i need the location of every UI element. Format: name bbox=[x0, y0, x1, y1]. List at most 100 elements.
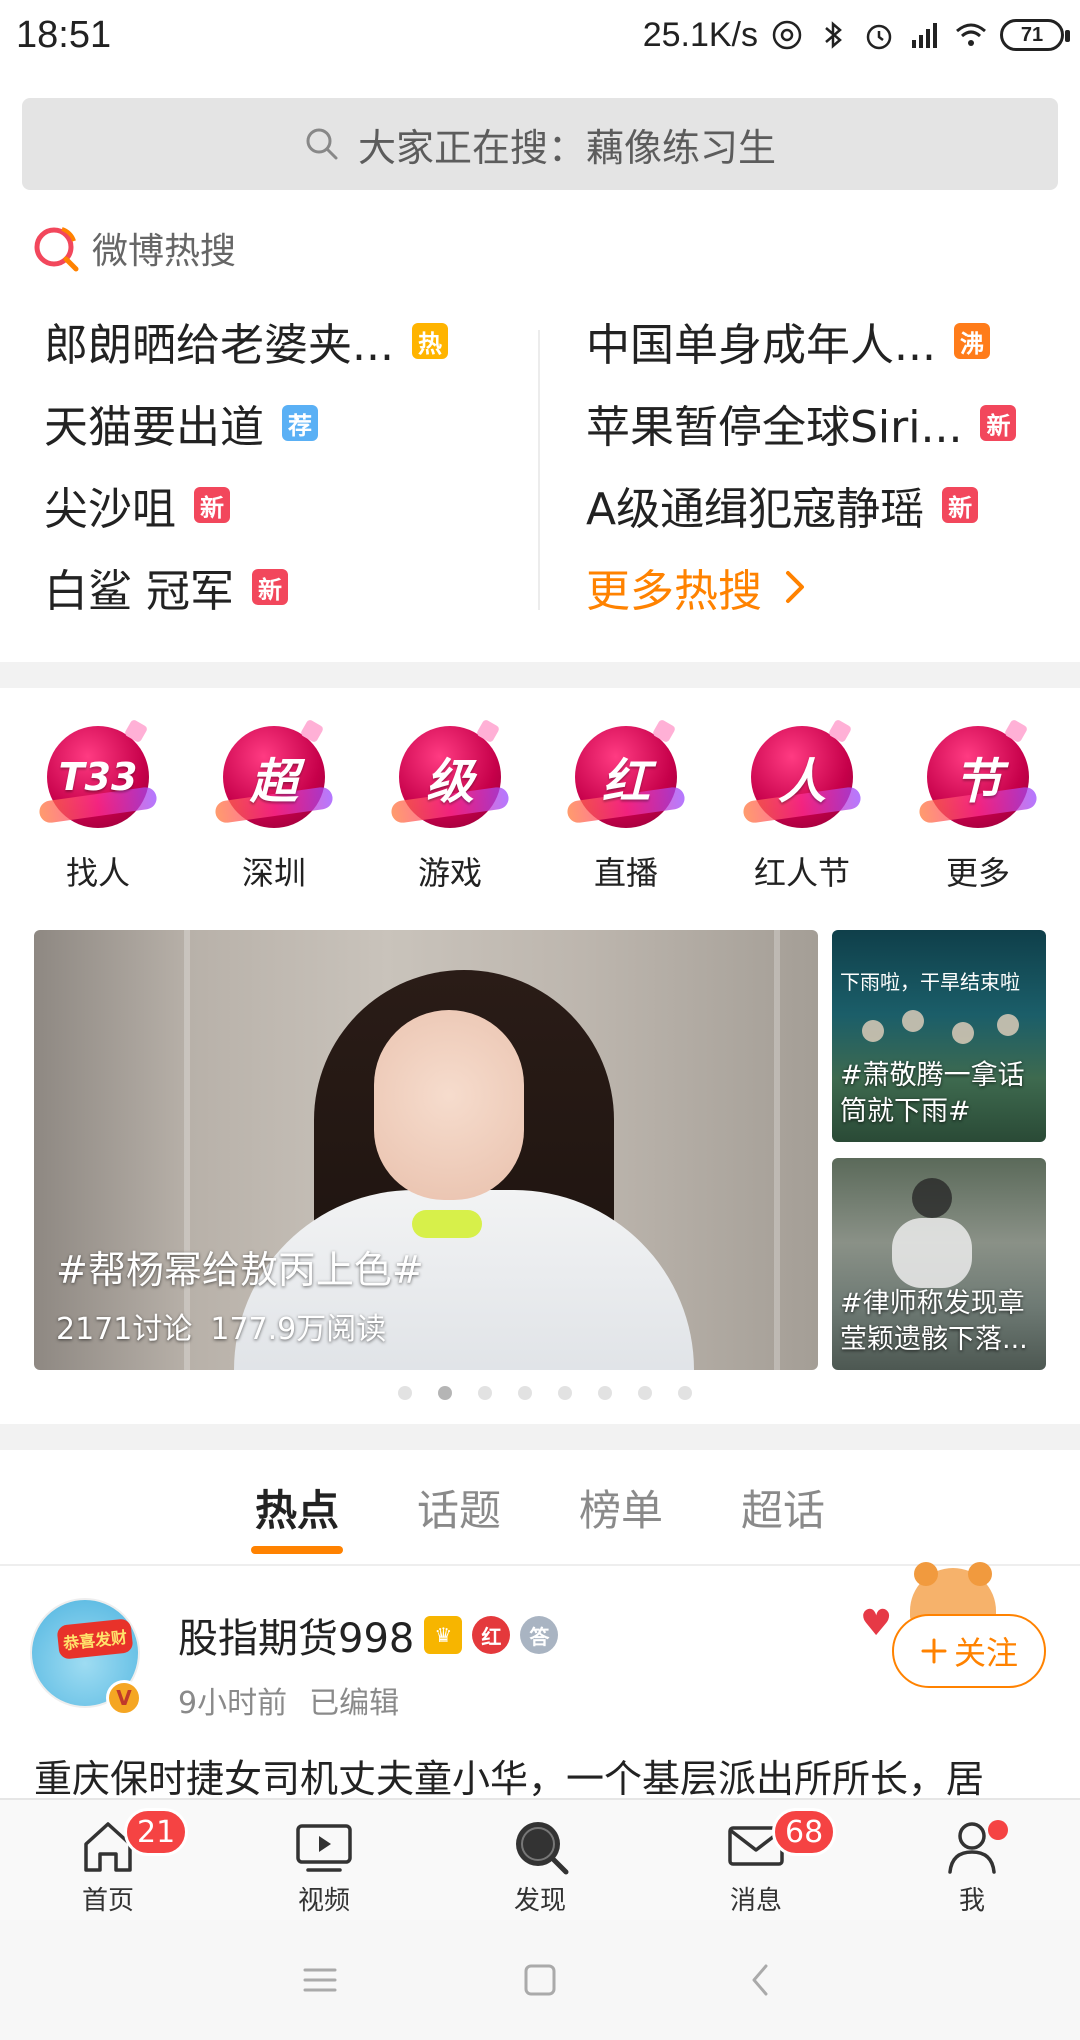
photo-crowd bbox=[902, 1010, 924, 1032]
wifi-icon bbox=[956, 23, 986, 46]
notification-dot bbox=[988, 1820, 1008, 1840]
menu-button[interactable] bbox=[300, 1960, 340, 2000]
category-glyph: 红 bbox=[601, 754, 650, 810]
boil-badge: 沸 bbox=[953, 323, 990, 359]
nav-discover[interactable]: 发现 bbox=[432, 1800, 648, 1920]
home-button[interactable] bbox=[520, 1960, 560, 2000]
notification-badge: 21 bbox=[124, 1808, 189, 1856]
new-badge: 新 bbox=[252, 569, 288, 605]
hot-search-list: 郎朗晒给老婆夹... 热 天猫要出道 荐 尖沙咀 新 白鲨 冠军 新 中国单身成… bbox=[0, 300, 1080, 620]
hot-search-item[interactable]: 天猫要出道 荐 bbox=[44, 382, 564, 464]
chevron-right-icon bbox=[786, 571, 804, 603]
square-icon bbox=[524, 1964, 556, 1996]
feed-post[interactable]: 恭喜发财 V 股指期货998 ♛ 红 答 9小时前 已编辑 ♥ 关注 重庆保时捷… bbox=[0, 1562, 1080, 1801]
category-find-people[interactable]: T33 找人 bbox=[28, 726, 168, 894]
post-text: 重庆保时捷女司机丈夫童小华，一个基层派出所所长，居 bbox=[34, 1757, 985, 1801]
side-card-caption: #萧敬腾一拿话筒就下雨# bbox=[840, 1060, 1025, 1127]
recommend-badge: 荐 bbox=[282, 405, 318, 441]
carousel-dot[interactable] bbox=[478, 1386, 492, 1400]
category-label: 找人 bbox=[65, 854, 130, 892]
carousel-side-card-bottom[interactable]: #律师称发现章莹颖遗骸下落... bbox=[832, 1158, 1046, 1370]
plus-icon bbox=[921, 1638, 947, 1664]
photo-person bbox=[912, 1178, 952, 1218]
nav-me[interactable]: 我 bbox=[864, 1800, 1080, 1920]
category-icon: 红 bbox=[575, 726, 677, 828]
tab-topics[interactable]: 话题 bbox=[413, 1450, 505, 1564]
heart-icon: ♥ bbox=[860, 1603, 893, 1644]
photo-face bbox=[374, 1010, 524, 1200]
photo-crowd bbox=[997, 1014, 1019, 1036]
category-influencer-festival[interactable]: 人 红人节 bbox=[732, 726, 872, 894]
post-author[interactable]: 股指期货998 ♛ 红 答 bbox=[178, 1606, 559, 1664]
carousel-dot[interactable] bbox=[678, 1386, 692, 1400]
section-divider bbox=[0, 662, 1080, 688]
follow-button[interactable]: 关注 bbox=[892, 1614, 1046, 1688]
hot-search-item[interactable]: 中国单身成年人... 沸 bbox=[586, 300, 1080, 382]
tab-rankings[interactable]: 榜单 bbox=[575, 1450, 667, 1564]
tab-super-topics[interactable]: 超话 bbox=[737, 1450, 829, 1564]
bear-ear bbox=[968, 1562, 992, 1586]
hot-search-item[interactable]: 郎朗晒给老婆夹... 热 bbox=[44, 300, 564, 382]
new-badge: 新 bbox=[942, 487, 979, 523]
new-badge: 新 bbox=[980, 405, 1017, 441]
category-more[interactable]: 节 更多 bbox=[908, 726, 1048, 894]
category-icon: T33 bbox=[47, 726, 149, 828]
status-bar: 18:51 25.1K/s 71 bbox=[0, 0, 1080, 70]
nav-label: 我 bbox=[958, 1886, 985, 1916]
category-label: 游戏 bbox=[417, 854, 482, 892]
feed-tabs: 热点 话题 榜单 超话 bbox=[0, 1450, 1080, 1566]
hot-search-item[interactable]: 苹果暂停全球Siri... 新 bbox=[586, 382, 1080, 464]
crown-icon: ♛ bbox=[424, 1616, 463, 1654]
new-badge: 新 bbox=[194, 487, 230, 523]
carousel-dot-active[interactable] bbox=[438, 1386, 452, 1400]
hot-search-text: 天猫要出道 bbox=[44, 402, 264, 453]
photo-crowd bbox=[862, 1020, 884, 1042]
discussion-count: 2171讨论 bbox=[56, 1312, 193, 1347]
post-meta: 9小时前 已编辑 bbox=[178, 1678, 399, 1722]
carousel-dot[interactable] bbox=[598, 1386, 612, 1400]
category-glyph: 超 bbox=[249, 754, 298, 810]
bluetooth-icon bbox=[825, 21, 842, 49]
more-hot-search-link[interactable]: 更多热搜 bbox=[586, 546, 1080, 628]
tab-hot[interactable]: 热点 bbox=[250, 1450, 343, 1564]
category-games[interactable]: 级 游戏 bbox=[380, 726, 520, 894]
category-icon: 节 bbox=[927, 726, 1029, 828]
category-icon: 超 bbox=[223, 726, 325, 828]
hot-search-divider bbox=[538, 330, 540, 610]
category-label: 红人节 bbox=[753, 854, 850, 892]
carousel-dot[interactable] bbox=[558, 1386, 572, 1400]
video-icon bbox=[296, 1824, 352, 1872]
hot-search-text: 白鲨 冠军 bbox=[44, 566, 234, 617]
nav-label: 发现 bbox=[513, 1886, 566, 1916]
category-shenzhen[interactable]: 超 深圳 bbox=[204, 726, 344, 894]
category-label: 更多 bbox=[945, 854, 1010, 892]
photo-crowd bbox=[952, 1022, 974, 1044]
follow-label: 关注 bbox=[953, 1634, 1018, 1672]
carousel-side-card-top[interactable]: 下雨啦，干旱结束啦 #萧敬腾一拿话筒就下雨# bbox=[832, 930, 1046, 1142]
network-speed: 25.1K/s bbox=[642, 15, 758, 54]
discover-icon bbox=[516, 1822, 569, 1875]
hot-search-item[interactable]: 白鲨 冠军 新 bbox=[44, 546, 564, 628]
carousel-dot[interactable] bbox=[518, 1386, 532, 1400]
search-placeholder: 大家正在搜：藕像练习生 bbox=[357, 125, 776, 170]
hot-search-header[interactable]: 微博热搜 bbox=[32, 222, 236, 274]
nav-messages[interactable]: 消息 68 bbox=[648, 1800, 864, 1920]
post-edited: 已编辑 bbox=[309, 1686, 400, 1721]
hot-search-title: 微博热搜 bbox=[92, 231, 237, 272]
hot-search-text: 尖沙咀 bbox=[44, 484, 176, 535]
carousel-dot[interactable] bbox=[638, 1386, 652, 1400]
nav-home[interactable]: 首页 21 bbox=[0, 1800, 216, 1920]
hot-search-item[interactable]: A级通缉犯寇静瑶 新 bbox=[586, 464, 1080, 546]
category-live[interactable]: 红 直播 bbox=[556, 726, 696, 894]
hot-search-item[interactable]: 尖沙咀 新 bbox=[44, 464, 564, 546]
battery-indicator: 71 bbox=[1000, 19, 1070, 51]
back-button[interactable] bbox=[740, 1960, 780, 2000]
category-label: 深圳 bbox=[241, 854, 306, 892]
category-glyph: 节 bbox=[953, 754, 1002, 810]
nav-video[interactable]: 视频 bbox=[216, 1800, 432, 1920]
side-card-caption: #律师称发现章莹颖遗骸下落... bbox=[840, 1288, 1028, 1355]
carousel-dot[interactable] bbox=[398, 1386, 412, 1400]
category-label: 直播 bbox=[593, 854, 658, 892]
carousel-main-card[interactable]: #帮杨幂给敖丙上色# 2171讨论 177.9万阅读 bbox=[34, 930, 818, 1370]
search-input[interactable]: 大家正在搜：藕像练习生 bbox=[22, 98, 1058, 190]
